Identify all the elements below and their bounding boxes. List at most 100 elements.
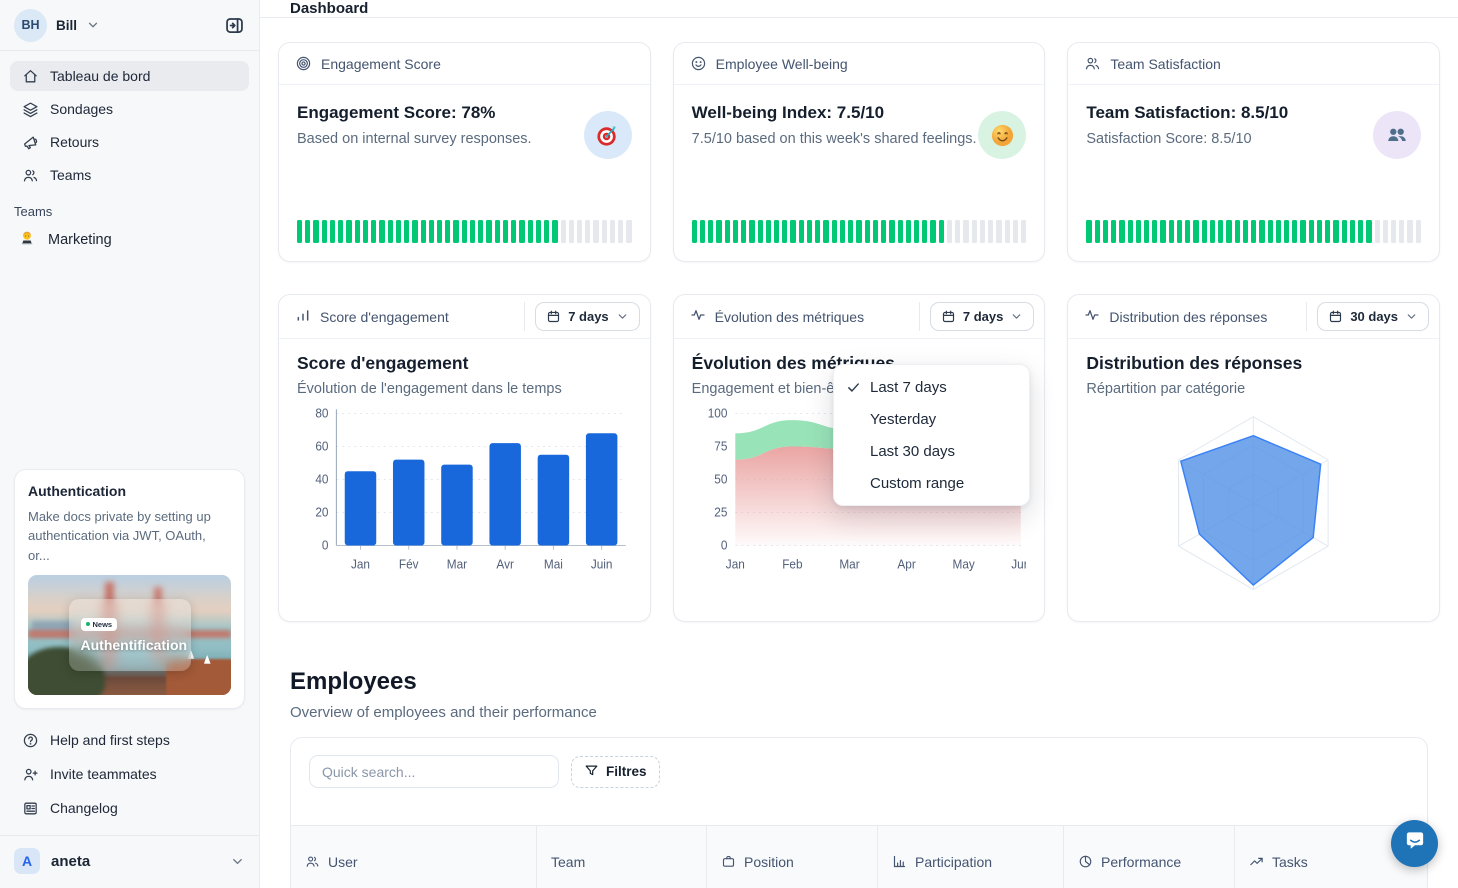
chart-card-header: Score d'engagement: [320, 309, 515, 325]
svg-text:100: 100: [707, 406, 727, 420]
date-range-button[interactable]: 30 days: [1317, 302, 1429, 331]
sidebar-item-marketing[interactable]: Marketing: [0, 225, 259, 255]
svg-text:May: May: [952, 557, 975, 571]
funnel-icon: [584, 763, 599, 781]
topbar: Dashboard: [260, 0, 1458, 18]
column-header-position[interactable]: Position: [707, 826, 878, 888]
range-label: 30 days: [1350, 309, 1398, 324]
stat-subtitle: Based on internal survey responses.: [297, 131, 632, 147]
app: BH Bill Tableau de bord Sondages: [0, 0, 1458, 888]
chart-card-engagement-score: Score d'engagement 7 days: [278, 294, 651, 622]
range-label: 7 days: [963, 309, 1003, 324]
sidebar-nav: Tableau de bord Sondages Retours Teams: [0, 51, 259, 190]
sidebar-item-surveys[interactable]: Sondages: [10, 94, 249, 124]
chart-subtitle: Évolution de l'engagement dans le temps: [297, 381, 632, 397]
sidebar-item-teams[interactable]: Teams: [10, 160, 249, 190]
chevron-down-icon: [230, 854, 245, 869]
svg-text:Fév: Fév: [399, 557, 420, 571]
employees-table-card: Filtres User Team: [290, 737, 1428, 888]
two-persons-icon: [1373, 111, 1421, 159]
sidebar-footer-nav: Help and first steps Invite teammates Ch…: [0, 717, 259, 827]
pie-chart-icon: [1078, 854, 1093, 869]
date-range-button[interactable]: 7 days: [535, 302, 639, 331]
promo-title: Authentication: [28, 483, 231, 499]
menu-item-last-30-days[interactable]: Last 30 days: [834, 435, 1029, 467]
chart-card-response-distribution: Distribution des réponses 30 days: [1067, 294, 1440, 622]
column-header-team[interactable]: Team: [537, 826, 707, 888]
teams-section-label: Teams: [0, 190, 259, 225]
chat-bubble-icon: [1403, 829, 1427, 858]
svg-text:40: 40: [315, 472, 328, 486]
chevron-down-icon: [616, 310, 629, 323]
column-header-user[interactable]: User: [291, 826, 537, 888]
promo-card-authentication[interactable]: Authentication Make docs private by sett…: [14, 469, 245, 710]
account-name: aneta: [51, 853, 90, 870]
menu-item-yesterday[interactable]: Yesterday: [834, 403, 1029, 435]
briefcase-icon: [721, 854, 736, 869]
activity-icon: [690, 307, 706, 326]
chevron-down-icon: [1010, 310, 1023, 323]
sidebar-item-label: Tableau de bord: [50, 68, 150, 84]
date-range-button[interactable]: 7 days: [930, 302, 1034, 331]
users-icon: [305, 854, 320, 869]
home-icon: [22, 68, 39, 85]
sidebar-item-label: Sondages: [50, 101, 113, 117]
workspace-switcher[interactable]: BH Bill: [0, 0, 259, 50]
svg-text:60: 60: [315, 439, 328, 453]
layers-icon: [22, 101, 39, 118]
bar-chart: 020406080JanFévMarAvrMaiJuin: [297, 403, 632, 579]
chevron-down-icon: [86, 18, 100, 32]
search-input[interactable]: [309, 755, 559, 788]
sidebar-item-invite[interactable]: Invite teammates: [10, 759, 249, 789]
megaphone-icon: [22, 134, 39, 151]
promo-description: Make docs private by setting up authenti…: [28, 507, 231, 566]
svg-text:Jan: Jan: [351, 557, 370, 571]
filters-button[interactable]: Filtres: [571, 756, 660, 788]
stat-card-engagement: Engagement Score Engagement Score: 78% B…: [278, 42, 651, 262]
promo-image-caption: Authentification: [81, 637, 188, 653]
calendar-icon: [1328, 309, 1343, 324]
sidebar-item-help[interactable]: Help and first steps: [10, 725, 249, 755]
stat-card-header: Employee Well-being: [716, 56, 848, 72]
table-header-row: User Team Position: [291, 825, 1427, 888]
sidebar-item-dashboard[interactable]: Tableau de bord: [10, 61, 249, 91]
menu-item-last-7-days[interactable]: Last 7 days: [834, 371, 1029, 403]
green-dot-icon: [86, 622, 90, 626]
column-header-performance[interactable]: Performance: [1064, 826, 1235, 888]
promo-overlay-card: News Authentification: [69, 599, 191, 671]
sidebar-item-changelog[interactable]: Changelog: [10, 793, 249, 823]
calendar-icon: [941, 309, 956, 324]
sidebar: BH Bill Tableau de bord Sondages: [0, 0, 260, 888]
svg-text:Mar: Mar: [447, 557, 467, 571]
page-title: Dashboard: [290, 0, 368, 17]
svg-text:Mar: Mar: [839, 557, 859, 571]
chat-launcher-button[interactable]: [1391, 820, 1438, 867]
account-switcher[interactable]: A aneta: [0, 835, 259, 888]
progress-bar: [297, 220, 632, 243]
workspace-name: Bill: [56, 18, 77, 33]
svg-text:Feb: Feb: [782, 557, 803, 571]
trending-up-icon: [1249, 854, 1264, 869]
svg-text:Jan: Jan: [725, 557, 744, 571]
stat-cards-row: Engagement Score Engagement Score: 78% B…: [278, 42, 1440, 262]
svg-text:0: 0: [721, 538, 728, 552]
svg-text:Jun: Jun: [1011, 557, 1026, 571]
sidebar-collapse-icon[interactable]: [224, 15, 245, 36]
target-emoji: [584, 111, 632, 159]
range-label: 7 days: [568, 309, 608, 324]
menu-item-custom-range[interactable]: Custom range: [834, 467, 1029, 499]
news-badge: News: [81, 618, 118, 631]
calendar-icon: [546, 309, 561, 324]
check-icon: [846, 380, 861, 395]
promo-image: News Authentification: [28, 575, 231, 695]
chart-card-header: Distribution des réponses: [1109, 309, 1297, 325]
svg-text:Apr: Apr: [897, 557, 915, 571]
sidebar-item-feedback[interactable]: Retours: [10, 127, 249, 157]
progress-bar: [1086, 220, 1421, 243]
stat-subtitle: Satisfaction Score: 8.5/10: [1086, 131, 1421, 147]
bar-chart-icon: [295, 307, 311, 326]
stat-card-satisfaction: Team Satisfaction Team Satisfaction: 8.5…: [1067, 42, 1440, 262]
column-header-participation[interactable]: Participation: [878, 826, 1064, 888]
activity-icon: [1084, 307, 1100, 326]
sidebar-item-label: Help and first steps: [50, 732, 170, 748]
